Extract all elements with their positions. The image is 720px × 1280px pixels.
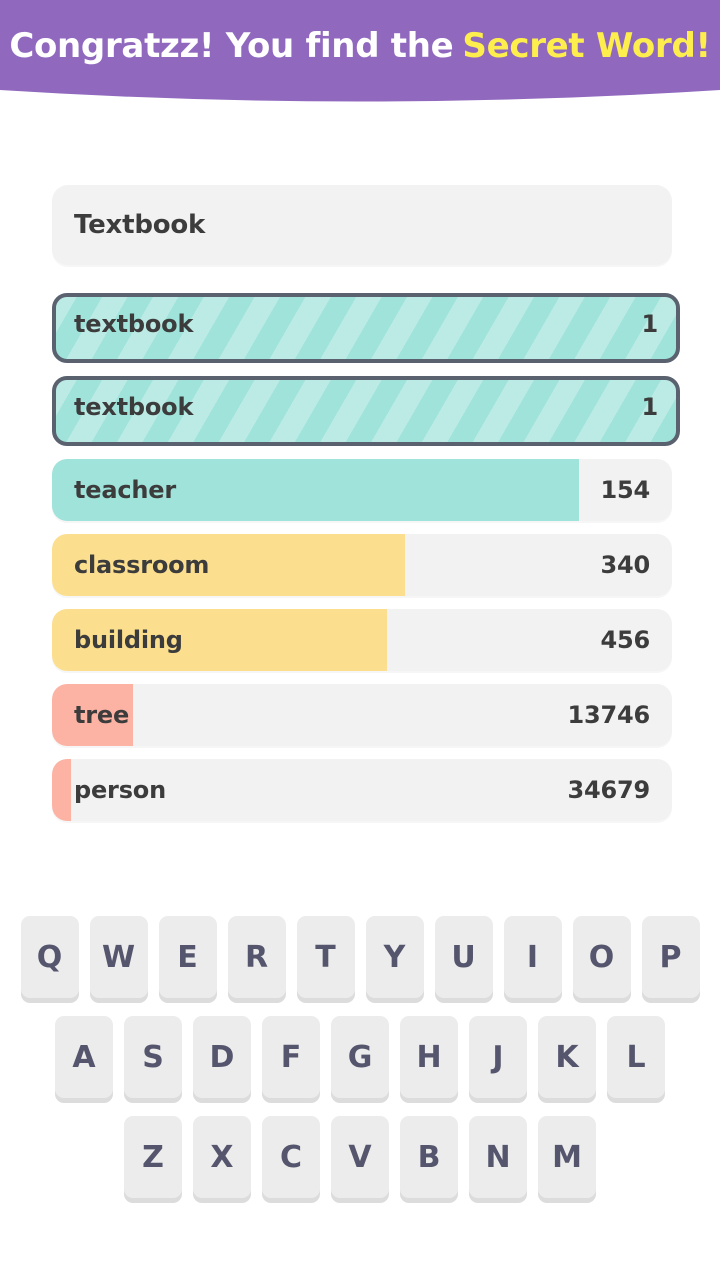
guess-row: classroom 340 [52, 534, 672, 596]
guess-row: building 456 [52, 609, 672, 671]
guess-row: person 34679 [52, 759, 672, 821]
key-t[interactable]: T [296, 916, 355, 998]
guess-row-word: classroom [74, 551, 210, 579]
guess-row: tree 13746 [52, 684, 672, 746]
guess-row-word: person [74, 776, 166, 804]
guess-row-bar [52, 759, 71, 821]
key-m[interactable]: M [538, 1116, 596, 1198]
keyboard-row: QWERTYUIOP [0, 916, 720, 998]
key-s[interactable]: S [124, 1016, 182, 1098]
guess-row-word: textbook [74, 310, 194, 338]
key-x[interactable]: X [193, 1116, 251, 1198]
guess-row-rank: 34679 [567, 776, 651, 804]
key-w[interactable]: W [89, 916, 148, 998]
guess-row: textbook 1 [52, 293, 680, 363]
key-q[interactable]: Q [20, 916, 79, 998]
page-title-accent: Secret Word! [462, 26, 711, 66]
guess-results-list: textbook 1 textbook 1 teacher 154 classroom 340… [52, 293, 680, 834]
key-a[interactable]: A [55, 1016, 113, 1098]
key-h[interactable]: H [400, 1016, 458, 1098]
app-header: Congratzz! You find the Secret Word! [0, 0, 720, 108]
key-f[interactable]: F [262, 1016, 320, 1098]
on-screen-keyboard: QWERTYUIOP ASDFGHJKL ZXCVBNM [0, 916, 720, 1216]
key-o[interactable]: O [572, 916, 631, 998]
guess-row: textbook 1 [52, 376, 680, 446]
page-title-main: Congratzz! You find the [9, 26, 454, 66]
key-e[interactable]: E [158, 916, 217, 998]
key-p[interactable]: P [641, 916, 700, 998]
key-k[interactable]: K [538, 1016, 596, 1098]
guess-row-rank: 1 [641, 310, 659, 338]
key-b[interactable]: B [400, 1116, 458, 1198]
guess-row-word: tree [74, 701, 130, 729]
keyboard-row: ZXCVBNM [0, 1116, 720, 1198]
key-d[interactable]: D [193, 1016, 251, 1098]
key-n[interactable]: N [469, 1116, 527, 1198]
key-y[interactable]: Y [365, 916, 424, 998]
guess-row-word: teacher [74, 476, 176, 504]
key-z[interactable]: Z [124, 1116, 182, 1198]
guess-row: teacher 154 [52, 459, 672, 521]
key-v[interactable]: V [331, 1116, 389, 1198]
key-r[interactable]: R [227, 916, 286, 998]
key-j[interactable]: J [469, 1016, 527, 1098]
guess-row-rank: 13746 [567, 701, 651, 729]
key-c[interactable]: C [262, 1116, 320, 1198]
key-u[interactable]: U [434, 916, 493, 998]
key-i[interactable]: I [503, 916, 562, 998]
key-l[interactable]: L [607, 1016, 665, 1098]
key-g[interactable]: G [331, 1016, 389, 1098]
keyboard-row: ASDFGHJKL [0, 1016, 720, 1098]
guess-input-box[interactable]: Textbook [52, 185, 672, 265]
guess-row-rank: 1 [641, 393, 659, 421]
guess-row-rank: 456 [600, 626, 651, 654]
guess-row-word: textbook [74, 393, 194, 421]
guess-input-value: Textbook [74, 210, 206, 240]
page-title: Congratzz! You find the Secret Word! [0, 0, 720, 92]
guess-row-word: building [74, 626, 183, 654]
guess-row-rank: 340 [600, 551, 651, 579]
guess-row-rank: 154 [600, 476, 651, 504]
